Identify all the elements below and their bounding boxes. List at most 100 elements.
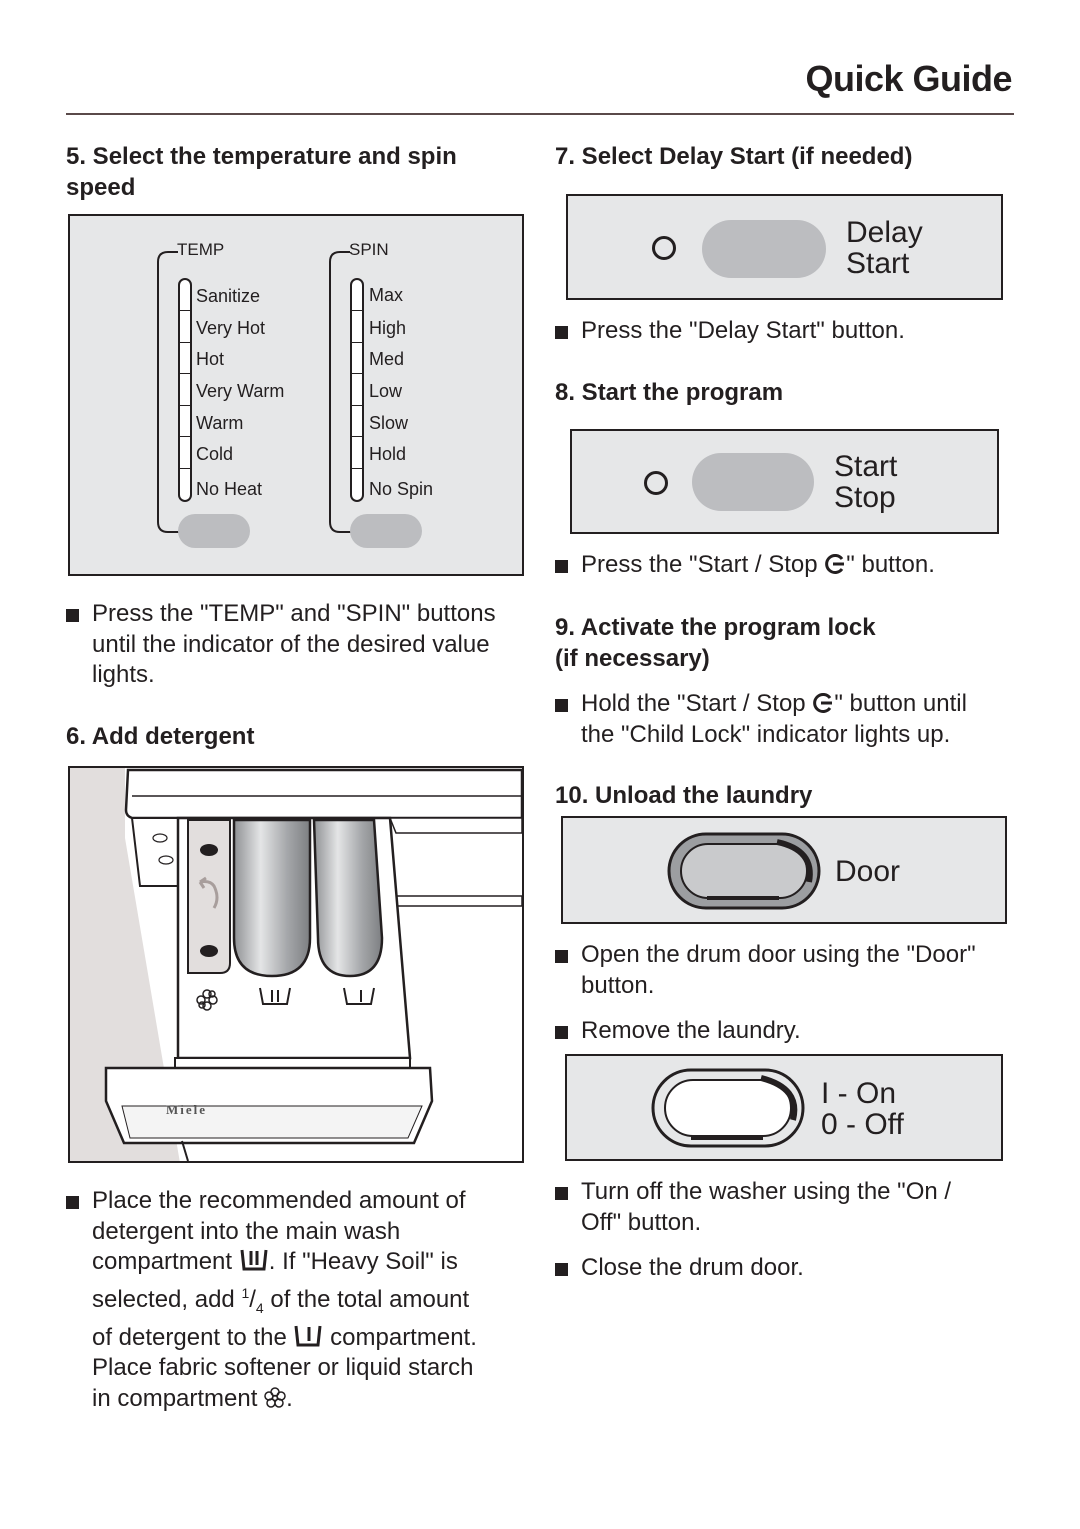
bullet-square xyxy=(66,1196,79,1209)
temp-option: Cold xyxy=(196,444,234,464)
text-line: until the indicator of the desired value xyxy=(92,630,490,658)
text-line: Press the "Delay Start" button. xyxy=(581,317,905,344)
temp-option: Very Hot xyxy=(196,318,266,338)
bullet-square xyxy=(555,950,568,963)
on-off-label: I - On 0 - Off xyxy=(821,1078,904,1140)
text-fragment: of detergent to the xyxy=(92,1323,287,1351)
text-fragment: . If "Heavy Soil" is xyxy=(268,1248,458,1275)
delay-start-label: Delay Start xyxy=(846,217,923,279)
step-10-instruction-turn-off: Turn off the washer using the "On / Off"… xyxy=(555,1177,951,1238)
text-fragment: " button until xyxy=(834,690,967,717)
bullet-square xyxy=(555,560,568,573)
step-5-heading: 5. Select the temperature and spin speed xyxy=(66,141,457,203)
step-9-heading: 9. Activate the program lock (if necessa… xyxy=(555,612,876,674)
step-5-heading-line-2: speed xyxy=(66,174,136,201)
text-fragment: . xyxy=(286,1384,293,1412)
step-9-heading-line-2: (if necessary) xyxy=(555,645,710,672)
text-line: Press the "TEMP" and "SPIN" buttons xyxy=(92,600,496,627)
delay-start-indicator-led xyxy=(652,236,676,260)
temp-option: Hot xyxy=(196,349,225,369)
text-line: lights. xyxy=(92,661,155,688)
header-divider xyxy=(66,113,1014,115)
spin-option: Low xyxy=(369,381,403,401)
drawer-drawing xyxy=(70,768,522,1161)
text-fragment: of the total amount xyxy=(270,1285,470,1313)
temp-button[interactable] xyxy=(178,514,250,548)
text-line: Open the drum door using the "Door" xyxy=(581,941,976,968)
detergent-drawer-illustration: Miele xyxy=(68,766,524,1163)
step-7-instruction: Press the "Delay Start" button. xyxy=(555,316,905,347)
spin-option: High xyxy=(369,318,407,338)
start-stop-button[interactable] xyxy=(692,453,814,511)
temp-option: No Heat xyxy=(196,479,263,499)
text-line: selected, add 1/4 of the total amount xyxy=(92,1284,470,1316)
spin-option: Hold xyxy=(369,444,407,464)
text-line: detergent into the main wash xyxy=(92,1217,401,1245)
temp-option: Warm xyxy=(196,413,244,433)
spin-button[interactable] xyxy=(350,514,422,548)
text-fragment: selected, add xyxy=(92,1285,235,1313)
spin-option: No Spin xyxy=(369,479,434,499)
on-off-panel: I - On 0 - Off xyxy=(565,1054,1003,1161)
step-10-instruction-open: Open the drum door using the "Door" butt… xyxy=(555,940,976,1001)
step-9-heading-line-1: 9. Activate the program lock xyxy=(555,614,876,641)
spin-option: Max xyxy=(369,285,404,305)
text-fragment: " button. xyxy=(846,551,935,578)
page-title: Quick Guide xyxy=(805,58,1012,99)
temp-spin-brackets xyxy=(157,251,354,533)
label-line: Stop xyxy=(834,481,896,514)
text-line: Close the drum door. xyxy=(581,1254,804,1281)
step-5-heading-line-1: 5. Select the temperature and spin xyxy=(66,143,457,170)
spin-option: Slow xyxy=(369,413,409,433)
start-stop-panel: Start Stop xyxy=(570,429,999,534)
bullet-square xyxy=(555,326,568,339)
drawer-brand-logo: Miele xyxy=(166,1102,208,1117)
temp-spin-panel: TEMP Sanitize Very Hot Hot Very Warm War… xyxy=(68,214,524,576)
step-10-instruction-remove: Remove the laundry. xyxy=(555,1016,801,1047)
step-7-heading: 7. Select Delay Start (if needed) xyxy=(555,143,913,170)
temp-label: TEMP xyxy=(177,240,225,259)
spin-option: Med xyxy=(369,349,405,369)
delay-start-button[interactable] xyxy=(702,220,826,278)
text-fragment: in compartment xyxy=(92,1384,258,1412)
step-10-instruction-close: Close the drum door. xyxy=(555,1253,804,1284)
text-line: Place fabric softener or liquid starch xyxy=(92,1354,474,1382)
bullet-square xyxy=(555,1026,568,1039)
label-line: Start xyxy=(846,247,910,280)
bullet-square xyxy=(555,699,568,712)
temp-option: Sanitize xyxy=(196,286,261,306)
fabric-softener-icon xyxy=(264,1387,286,1408)
on-off-button[interactable] xyxy=(651,1068,807,1148)
text-fragment: compartment. xyxy=(330,1323,477,1351)
spin-indicator-column xyxy=(350,278,364,502)
text-line: Remove the laundry. xyxy=(581,1017,801,1044)
step-10-heading: 10. Unload the laundry xyxy=(555,782,813,809)
text-line: Off" button. xyxy=(581,1208,702,1236)
door-button[interactable] xyxy=(667,832,823,910)
bullet-square xyxy=(555,1263,568,1276)
spin-label: SPIN xyxy=(349,240,389,259)
text-line: compartment . If "Heavy Soil" is xyxy=(92,1247,562,1278)
text-fragment: Hold the "Start / Stop xyxy=(581,690,806,717)
text-line: Hold the "Start / Stop " button until xyxy=(581,689,967,720)
start-stop-indicator-led xyxy=(644,471,668,495)
temp-option: Very Warm xyxy=(196,381,285,401)
bullet-square xyxy=(66,609,79,622)
step-6-heading: 6. Add detergent xyxy=(66,723,255,750)
door-panel: Door xyxy=(561,816,1007,924)
text-line: in compartment . xyxy=(92,1384,562,1415)
start-stop-label: Start Stop xyxy=(834,451,897,513)
bullet-square xyxy=(555,1187,568,1200)
text-line: Place the recommended amount of xyxy=(92,1187,466,1214)
text-line: button. xyxy=(581,971,655,999)
fraction-numerator: 1 xyxy=(241,1284,250,1301)
prewash-icon xyxy=(294,1325,322,1347)
step-8-heading: 8. Start the program xyxy=(555,379,784,406)
start-stop-icon xyxy=(825,554,845,574)
temp-indicator-column xyxy=(178,278,192,502)
label-line: I - On xyxy=(821,1077,897,1110)
step-8-instruction: Press the "Start / Stop " button. xyxy=(555,550,935,581)
step-5-instruction: Press the "TEMP" and "SPIN" buttons unti… xyxy=(66,599,562,691)
text-line: the "Child Lock" indicator lights up. xyxy=(581,720,951,748)
label-line: Delay xyxy=(846,216,923,249)
